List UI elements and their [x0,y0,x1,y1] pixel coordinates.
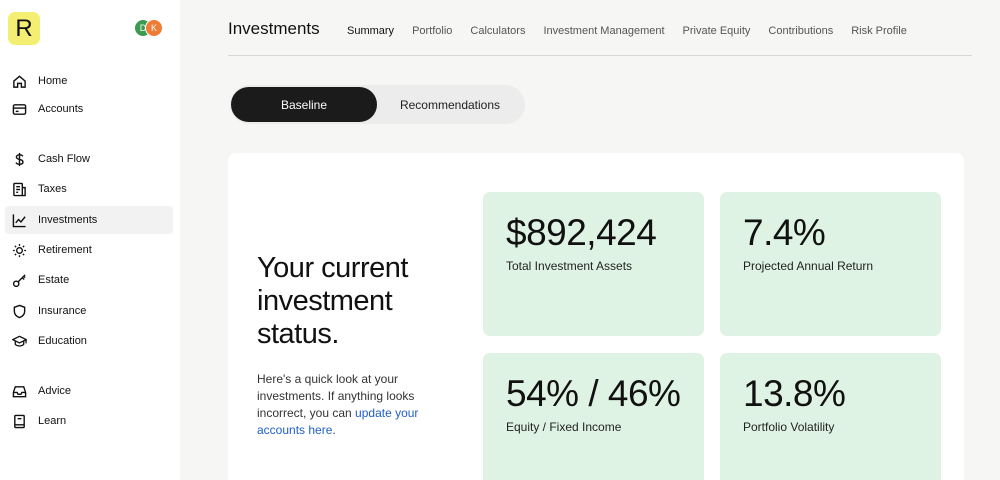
sidebar-item-label: Investments [38,214,98,226]
sidebar-item-label: Cash Flow [38,153,90,165]
sidebar-item-insurance[interactable]: Insurance [5,297,173,325]
sidebar-item-label: Accounts [38,103,84,115]
sidebar-item-label: Retirement [38,244,92,256]
sidebar-item-investments[interactable]: Investments [5,206,173,234]
sidebar-item-education[interactable]: Education [5,327,173,355]
sidebar-item-home[interactable]: Home [5,67,173,95]
metric-value: 13.8% [743,373,846,414]
app-logo[interactable]: R [8,12,40,45]
tab-divider [228,55,972,56]
shield-icon [11,303,27,319]
tab-risk-profile[interactable]: Risk Profile [851,24,907,56]
metric-value: 7.4% [743,212,826,253]
credit-card-icon [11,101,27,117]
metric-label: Total Investment Assets [506,259,633,273]
home-icon [11,73,27,89]
scenario-toggle: Baseline Recommendations [230,85,525,124]
metric-card-volatility: 13.8% Portfolio Volatility [720,353,941,480]
metric-card-projected-return: 7.4% Projected Annual Return [720,192,941,336]
tab-contributions[interactable]: Contributions [768,24,833,56]
sidebar: R D K Home Accounts Cash Flow Taxes Inve… [0,0,180,480]
sidebar-item-retirement[interactable]: Retirement [5,236,173,264]
page-title: Investments [228,19,320,38]
graduation-cap-icon [11,333,27,349]
metric-label: Portfolio Volatility [743,420,835,434]
metric-value: $892,424 [506,212,657,253]
sidebar-item-label: Learn [38,415,67,427]
dollar-icon [11,151,27,167]
inbox-icon [11,383,27,399]
sidebar-item-label: Insurance [38,305,87,317]
summary-headline: Your current investment status. [257,252,408,350]
metric-label: Projected Annual Return [743,259,874,273]
sidebar-item-learn[interactable]: Learn [5,407,173,435]
sidebar-item-label: Home [38,75,68,87]
book-icon [11,413,27,429]
tab-portfolio[interactable]: Portfolio [412,24,452,56]
sidebar-item-advice[interactable]: Advice [5,377,173,405]
recommendations-button[interactable]: Recommendations [380,87,520,122]
metric-label: Equity / Fixed Income [506,420,622,434]
tab-summary[interactable]: Summary [347,24,395,56]
metric-value: 54% / 46% [506,373,681,414]
sidebar-item-taxes[interactable]: Taxes [5,175,173,203]
sidebar-item-label: Estate [38,274,70,286]
tax-document-icon [11,181,27,197]
sidebar-item-cash-flow[interactable]: Cash Flow [5,145,173,173]
sidebar-item-estate[interactable]: Estate [5,266,173,294]
tab-private-equity[interactable]: Private Equity [683,24,751,56]
sidebar-item-accounts[interactable]: Accounts [5,95,173,123]
metric-card-total-assets: $892,424 Total Investment Assets [483,192,704,336]
sidebar-item-label: Education [38,335,87,347]
description-suffix: . [332,423,336,437]
summary-description: Here's a quick look at your investments.… [257,371,435,439]
sun-icon [11,242,27,258]
tab-calculators[interactable]: Calculators [470,24,525,56]
line-chart-icon [11,212,27,228]
tab-bar: Summary Portfolio Calculators Investment… [347,24,925,56]
metric-card-allocation: 54% / 46% Equity / Fixed Income [483,353,704,480]
key-icon [11,272,27,288]
sidebar-item-label: Advice [38,385,72,397]
sidebar-item-label: Taxes [38,183,67,195]
baseline-button[interactable]: Baseline [231,87,377,122]
tab-investment-management[interactable]: Investment Management [543,24,664,56]
avatar-k[interactable]: K [145,19,163,37]
